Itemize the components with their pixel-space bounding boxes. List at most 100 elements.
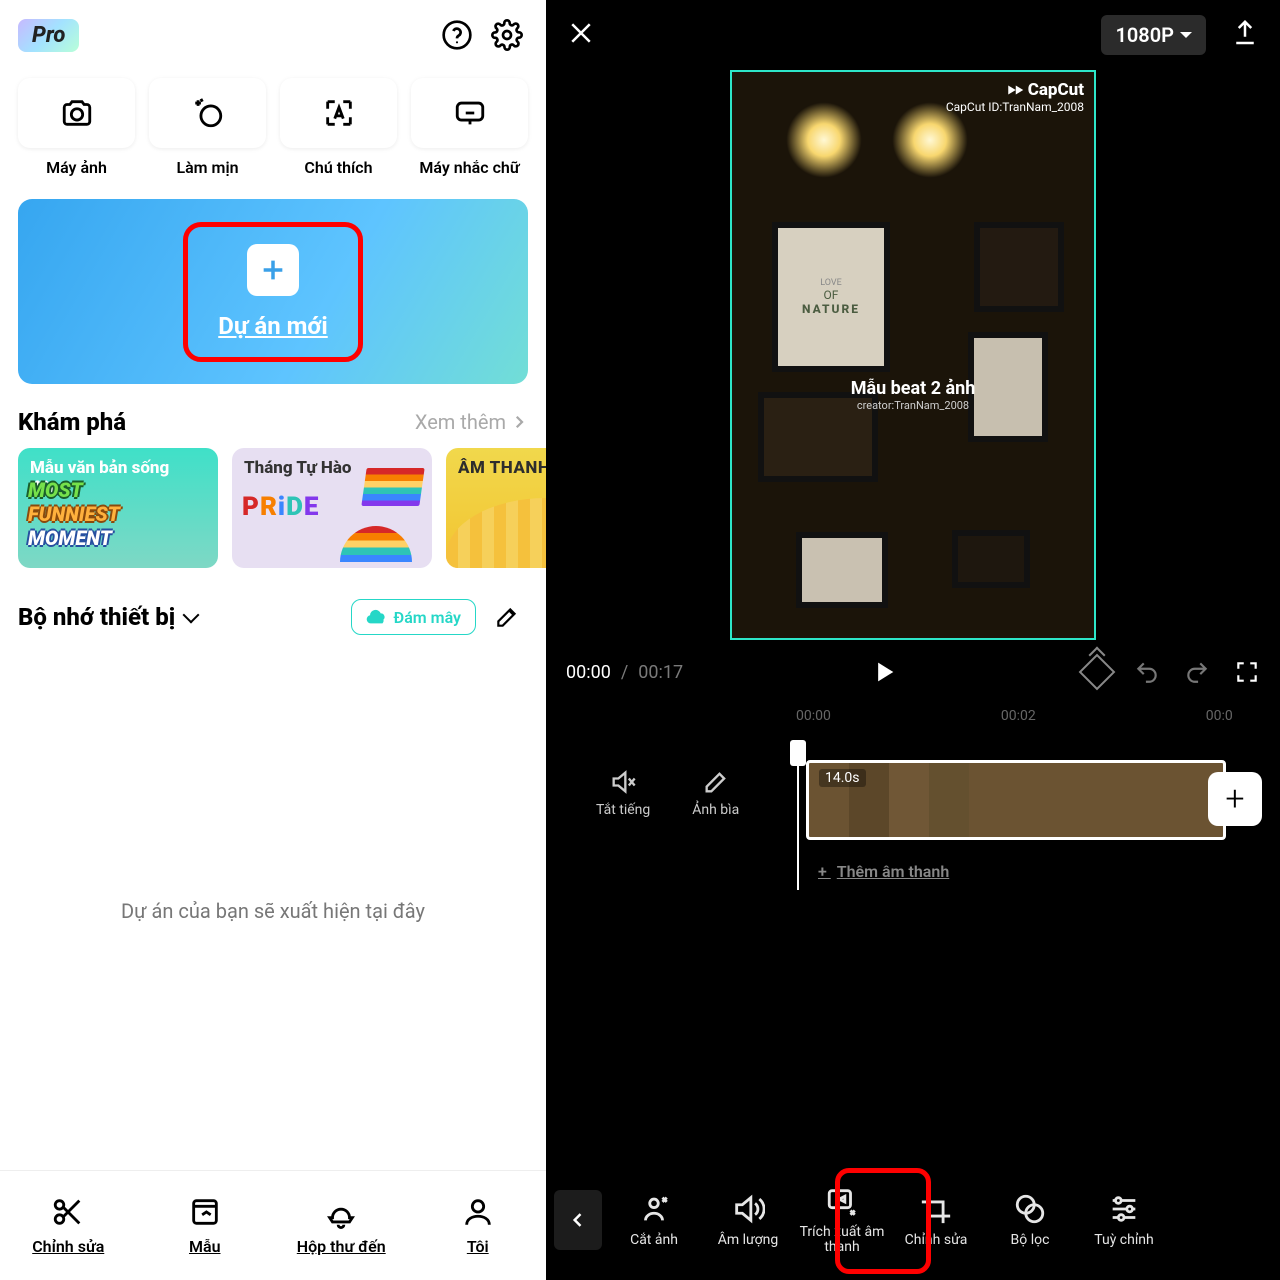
retouch-icon [191,96,225,130]
watermark: CapCut CapCut ID:TranNam_2008 [946,80,1084,114]
card-title: ÂM THANH [458,458,546,478]
resolution-label: 1080P [1115,23,1174,47]
timeline[interactable]: Tắt tiếng Ảnh bìa 14.0s + + Thêm âm than… [546,750,1280,900]
fullscreen-icon[interactable] [1234,659,1260,685]
time-sep: / [621,662,628,683]
templates-icon [188,1195,222,1229]
tool-camera[interactable]: Máy ảnh [18,78,135,177]
frame-decor [952,530,1030,588]
preview-caption: Mẫu beat 2 ảnh creator:TranNam_2008 [851,378,976,412]
empty-state-text: Dự án của bạn sẽ xuất hiện tại đây [0,652,546,1170]
storage-title: Bộ nhớ thiết bị [18,603,175,631]
help-icon[interactable] [436,14,478,56]
video-preview[interactable]: LOVE OF NATURE CapCut CapCut ID:TranNam_… [730,70,1096,640]
mute-icon [609,768,637,796]
redo-icon[interactable] [1184,659,1210,685]
nav-templates[interactable]: Mẫu [137,1171,274,1280]
bottom-nav: Chỉnh sửa Mẫu Hộp thư đến Tôi [0,1170,546,1280]
tool-filter[interactable]: Bộ lọc [984,1170,1076,1270]
editor-topbar: 1080P [546,0,1280,70]
quick-tools-row: Máy ảnh Làm mịn Chú thích Máy nhắc chữ [0,70,546,177]
keyframe-icon[interactable] [1079,654,1116,691]
tool-volume[interactable]: Âm lượng [702,1170,794,1270]
cover-label: Ảnh bìa [692,802,739,818]
nav-label: Mẫu [189,1237,221,1256]
tool-label: Chú thích [304,158,372,177]
explore-card-pride[interactable]: Tháng Tự Hào PRiDE [232,448,432,568]
nav-profile[interactable]: Tôi [410,1171,547,1280]
tool-caption[interactable]: Chú thích [280,78,397,177]
resolution-selector[interactable]: 1080P [1101,15,1206,55]
caption-icon [322,96,356,130]
mute-button[interactable]: Tắt tiếng [596,768,650,818]
cloud-label: Đám mây [394,608,461,627]
rainbow-icon [340,526,412,562]
tool-label: Tuỳ chỉnh [1094,1232,1153,1248]
flag-icon [361,468,424,506]
cloud-button[interactable]: Đám mây [351,599,476,635]
toolbar-back[interactable] [554,1190,602,1250]
new-project-button[interactable]: Dự án mới [18,199,528,384]
play-icon[interactable] [870,658,898,686]
teleprompter-icon [453,96,487,130]
card-decor-text: MOST [28,478,120,502]
sliders-icon [1107,1192,1141,1226]
playback-row: 00:00 / 00:17 [546,640,1280,694]
home-screen: Pro Máy ảnh Làm mịn Chú thích Máy nhắc c… [0,0,546,1280]
crop-person-icon [637,1192,671,1226]
frame-decor: LOVE OF NATURE [772,222,890,372]
nav-edit[interactable]: Chỉnh sửa [0,1171,137,1280]
video-clip[interactable]: 14.0s [806,760,1226,840]
home-topbar: Pro [0,0,546,70]
explore-cards: Mẫu văn bản sống động MOST FUNNIEST MOME… [0,448,546,568]
edit-icon[interactable] [486,596,528,638]
current-time: 00:00 [566,662,611,683]
mute-label: Tắt tiếng [596,802,650,818]
undo-icon[interactable] [1134,659,1160,685]
highlight-box [183,222,363,362]
settings-icon[interactable] [486,14,528,56]
playhead-line [797,740,799,890]
preview-area: LOVE OF NATURE CapCut CapCut ID:TranNam_… [546,70,1280,640]
filter-icon [1013,1192,1047,1226]
close-button[interactable] [566,18,596,52]
tool-teleprompter[interactable]: Máy nhắc chữ [411,78,528,177]
tool-label: Máy ảnh [46,158,107,177]
tool-crop[interactable]: Cắt ảnh [608,1170,700,1270]
section-title: Khám phá [18,408,415,436]
nav-label: Hộp thư đến [297,1237,386,1256]
tool-retouch[interactable]: Làm mịn [149,78,266,177]
frame-decor [974,222,1064,312]
chevron-down-icon[interactable] [183,607,200,624]
tool-label: Máy nhắc chữ [419,158,519,177]
nav-inbox[interactable]: Hộp thư đến [273,1171,410,1280]
tool-adjust[interactable]: Tuỳ chỉnh [1078,1170,1170,1270]
highlight-box [835,1168,931,1274]
tool-label: Cắt ảnh [630,1232,678,1248]
export-button[interactable] [1230,18,1260,52]
total-time: 00:17 [638,662,683,683]
pro-badge[interactable]: Pro [18,19,79,52]
add-audio-button[interactable]: + Thêm âm thanh [818,862,949,881]
pride-text: PRiDE [242,492,318,522]
tool-label: Bộ lọc [1011,1232,1050,1248]
card-decor-text: FUNNIEST [28,502,120,526]
timeline-ruler: 00:0000:0200:0 [546,694,1280,730]
person-icon [461,1195,495,1229]
chevron-right-icon [510,413,528,431]
see-more-button[interactable]: Xem thêm [415,410,528,434]
cover-button[interactable]: Ảnh bìa [692,768,739,818]
volume-icon [731,1192,765,1226]
explore-card-text[interactable]: Mẫu văn bản sống động MOST FUNNIEST MOME… [18,448,218,568]
card-decor-text: MOMENT [28,526,120,550]
frame-decor [796,532,888,608]
chevron-down-icon [1180,32,1192,44]
clip-duration: 14.0s [819,769,866,787]
bell-icon [324,1195,358,1229]
frame-decor [968,332,1048,442]
editor-screen: 1080P LOVE OF NATURE CapCut CapCut ID:Tr… [546,0,1280,1280]
storage-header: Bộ nhớ thiết bị Đám mây [0,568,546,652]
cloud-icon [366,606,388,628]
explore-card-audio[interactable]: ÂM THANH [446,448,546,568]
add-clip-button[interactable]: + [1208,772,1262,826]
